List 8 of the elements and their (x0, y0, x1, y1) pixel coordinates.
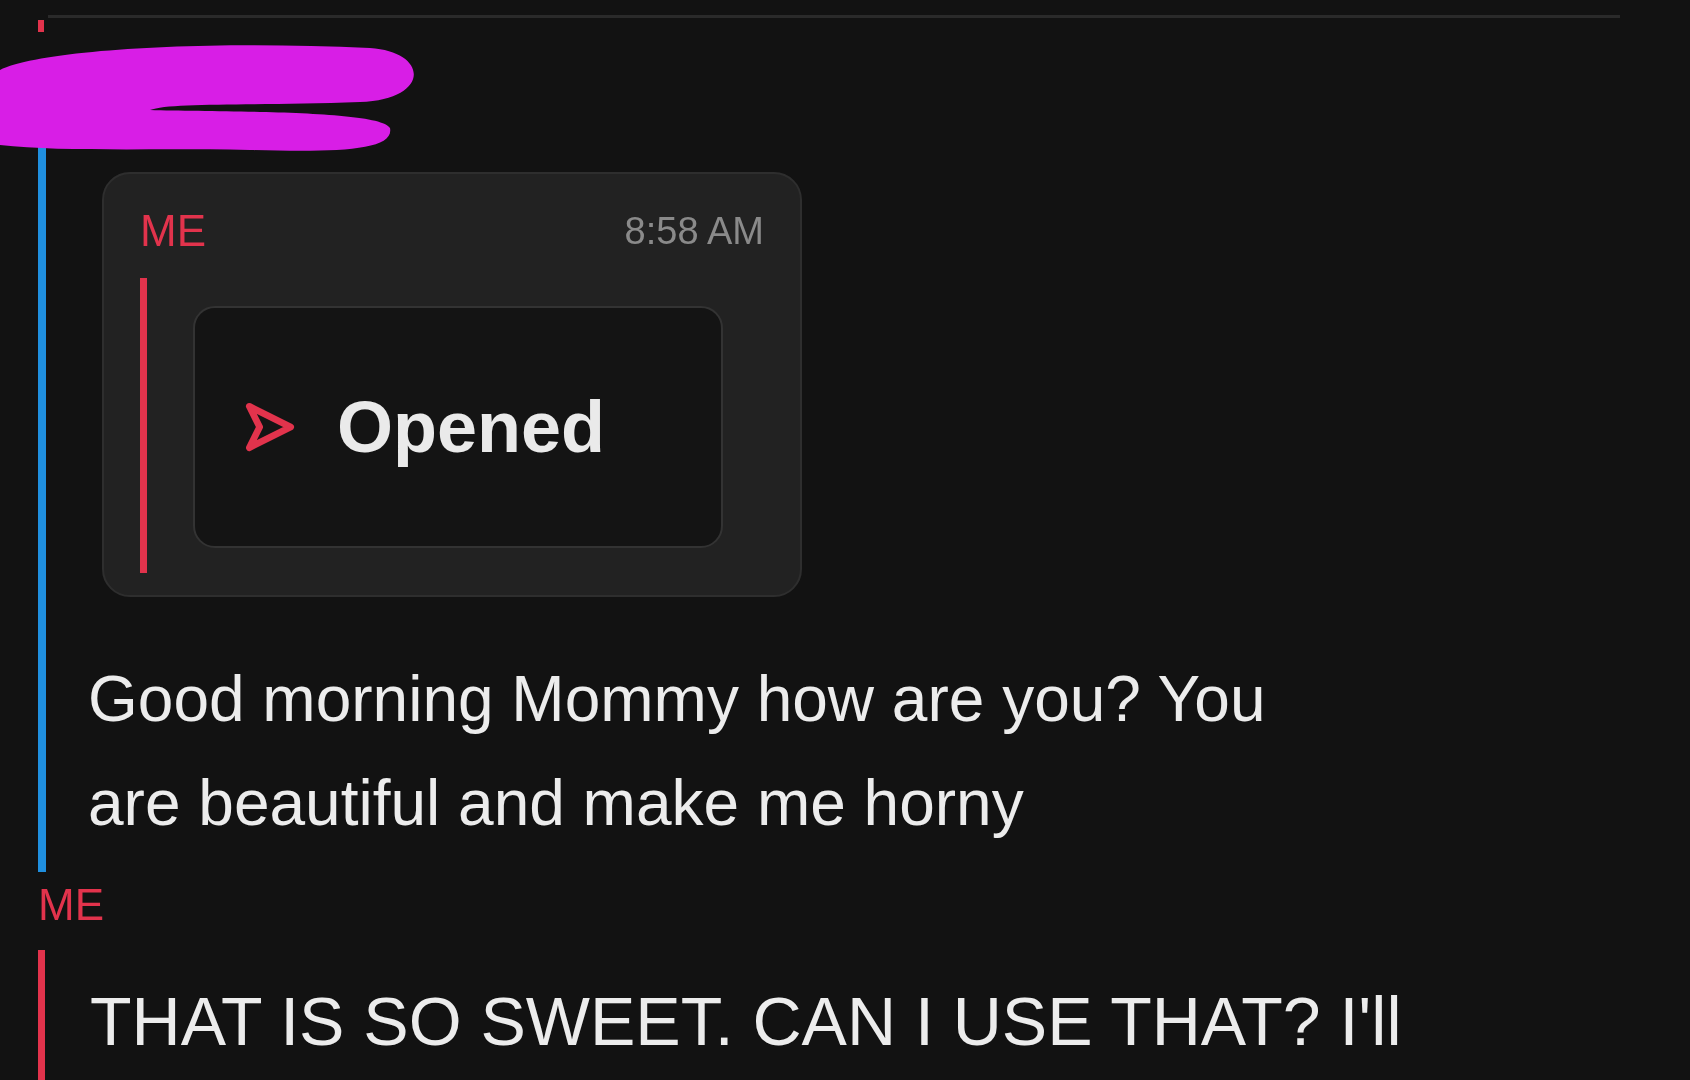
status-label: Opened (337, 386, 606, 469)
message-time: 8:58 AM (624, 208, 764, 254)
sender-name: ME (140, 205, 206, 257)
message-text: Good morning Mommy how are you? You are beautiful and make me horny (88, 662, 1267, 841)
snap-status-box[interactable]: Opened (193, 306, 723, 548)
message-bar (38, 20, 44, 32)
sender-name: ME (38, 879, 105, 931)
message-text: THAT IS SO SWEET. CAN I USE THAT? I'll (90, 982, 1402, 1061)
